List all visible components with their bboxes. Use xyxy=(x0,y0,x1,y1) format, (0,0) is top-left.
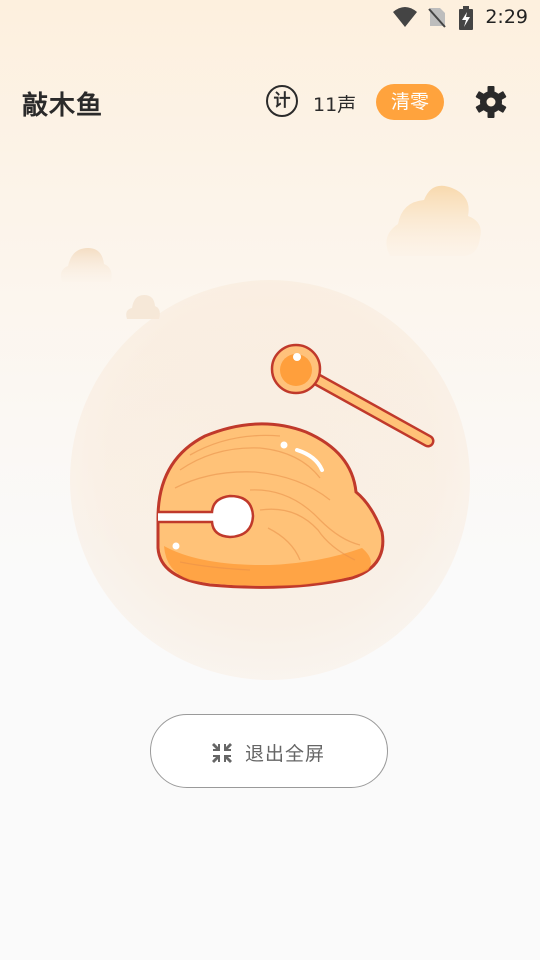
no-sim-icon xyxy=(428,8,446,28)
cloud-decoration xyxy=(60,248,112,282)
wooden-fish[interactable] xyxy=(150,340,440,600)
battery-charging-icon xyxy=(459,6,473,30)
status-bar: 2:29 xyxy=(0,0,540,36)
status-time: 2:29 xyxy=(485,6,528,28)
knock-count: 11声 xyxy=(313,94,357,116)
wifi-icon xyxy=(393,7,417,27)
counter-icon: 计 xyxy=(266,85,298,117)
collapse-icon xyxy=(212,743,232,763)
gear-icon[interactable] xyxy=(474,85,508,119)
page-title: 敲木鱼 xyxy=(22,91,104,121)
reset-button[interactable]: 清零 xyxy=(376,84,444,120)
cloud-decoration xyxy=(386,185,481,256)
exit-fullscreen-button[interactable]: 退出全屏 xyxy=(150,714,388,788)
exit-fullscreen-label: 退出全屏 xyxy=(245,743,326,765)
